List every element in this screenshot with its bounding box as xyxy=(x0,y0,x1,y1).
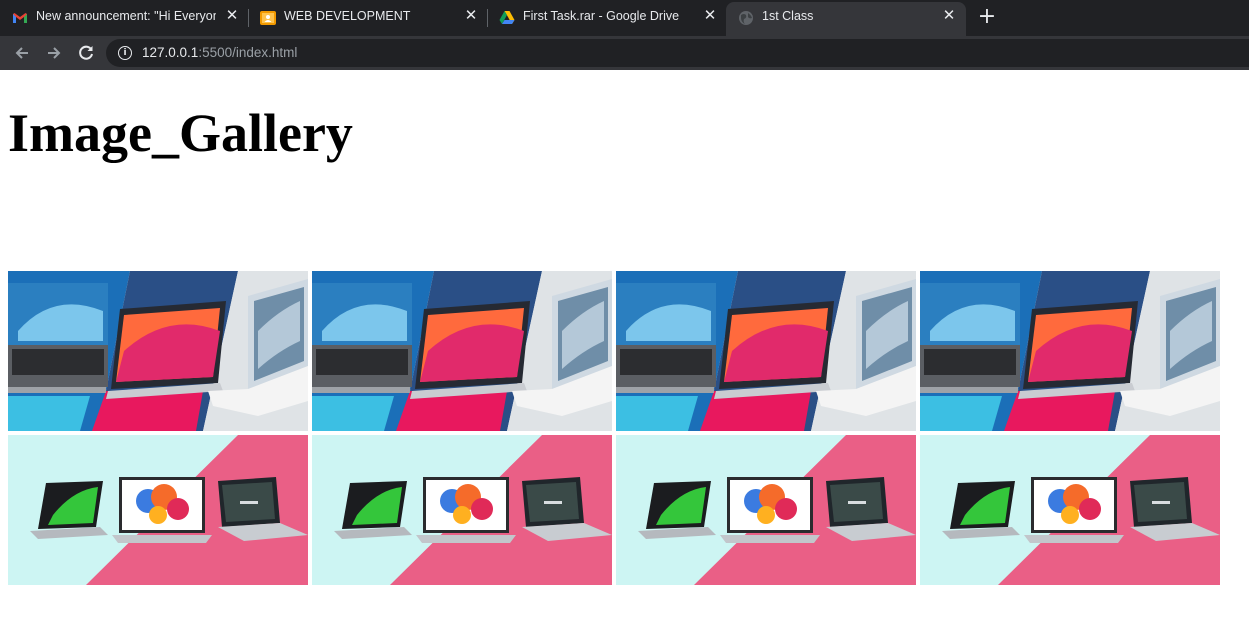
acer-laptops-image xyxy=(312,435,612,585)
laptop-trio-image xyxy=(616,271,916,431)
tab-google-drive[interactable]: First Task.rar - Google Drive ✕ xyxy=(487,0,725,34)
gallery-image-acer-laptops xyxy=(920,435,1220,585)
url-path: :5500/index.html xyxy=(198,45,298,60)
google-drive-icon xyxy=(499,11,515,24)
gmail-icon xyxy=(13,13,27,23)
back-button[interactable] xyxy=(11,42,33,64)
tab-strip: New announcement: "Hi Everyone ✕ WEB DEV… xyxy=(0,0,1249,36)
acer-laptops-image xyxy=(8,435,308,585)
classroom-icon xyxy=(260,11,276,25)
gallery-image-laptop-trio xyxy=(920,271,1220,431)
forward-button[interactable] xyxy=(43,42,65,64)
gallery-image-acer-laptops xyxy=(616,435,916,585)
gallery-image-acer-laptops xyxy=(312,435,612,585)
browser-toolbar: i 127.0.0.1:5500/index.html xyxy=(0,36,1249,70)
arrow-right-icon xyxy=(48,47,61,59)
gallery-image-acer-laptops xyxy=(8,435,308,585)
tab-1st-class[interactable]: 1st Class ✕ xyxy=(726,2,966,36)
close-tab-icon[interactable]: ✕ xyxy=(941,8,957,24)
laptop-trio-image xyxy=(920,271,1220,431)
close-tab-icon[interactable]: ✕ xyxy=(702,8,718,24)
tab-title: WEB DEVELOPMENT xyxy=(284,9,411,23)
laptop-trio-image xyxy=(312,271,612,431)
new-tab-button[interactable]: + xyxy=(977,6,997,28)
info-icon[interactable]: i xyxy=(118,46,132,60)
page-content: Image_Gallery xyxy=(0,70,1249,628)
tab-title: New announcement: "Hi Everyone xyxy=(36,9,216,23)
acer-laptops-image xyxy=(920,435,1220,585)
close-tab-icon[interactable]: ✕ xyxy=(463,8,479,24)
url-host: 127.0.0.1 xyxy=(142,45,199,60)
reload-button[interactable] xyxy=(75,42,97,64)
arrow-left-icon xyxy=(15,47,28,59)
acer-laptops-image xyxy=(616,435,916,585)
laptop-trio-image xyxy=(8,271,308,431)
tab-web-development[interactable]: WEB DEVELOPMENT ✕ xyxy=(248,0,486,34)
tab-title: 1st Class xyxy=(762,9,814,23)
page-title: Image_Gallery xyxy=(8,103,353,163)
gallery-image-laptop-trio xyxy=(312,271,612,431)
url-text: 127.0.0.1:5500/index.html xyxy=(142,45,297,60)
reload-icon xyxy=(79,45,93,60)
gallery-image-laptop-trio xyxy=(616,271,916,431)
globe-icon xyxy=(739,11,753,25)
tab-gmail[interactable]: New announcement: "Hi Everyone ✕ xyxy=(0,0,248,34)
close-tab-icon[interactable]: ✕ xyxy=(224,8,240,24)
gallery-image-laptop-trio xyxy=(8,271,308,431)
address-bar[interactable]: i 127.0.0.1:5500/index.html xyxy=(106,39,1249,67)
tab-title: First Task.rar - Google Drive xyxy=(523,9,680,23)
